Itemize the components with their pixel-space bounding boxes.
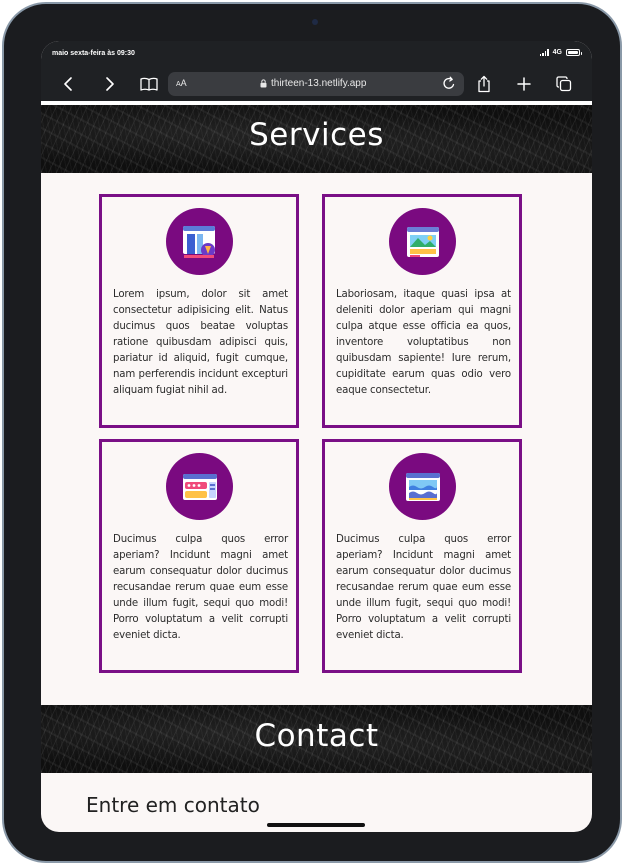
service-card: Ducimus culpa quos error aperiam? Incidu… [322, 439, 522, 673]
status-indicators: 4G [539, 49, 582, 56]
tabs-icon[interactable] [553, 73, 575, 95]
contact-heading: Entre em contato [86, 793, 260, 817]
signal-icon [539, 49, 549, 56]
lock-icon [260, 79, 267, 88]
service-card: Laboriosam, itaque quasi ipsa at delenit… [322, 194, 522, 428]
reload-icon[interactable] [442, 76, 456, 96]
design-tools-icon [166, 208, 233, 275]
new-tab-icon[interactable] [513, 73, 535, 95]
service-card-text: Laboriosam, itaque quasi ipsa at delenit… [336, 289, 511, 396]
tablet-frame: maio sexta-feira às 09:30 4G AA thirteen… [2, 2, 622, 863]
share-icon[interactable] [473, 73, 495, 95]
url-text: thirteen-13.netlify.app [271, 78, 367, 89]
back-icon[interactable] [58, 73, 80, 95]
status-time: maio sexta-feira às 09:30 [52, 50, 135, 57]
address-bar[interactable]: AA thirteen-13.netlify.app [168, 72, 464, 96]
contact-title: Contact [254, 718, 379, 754]
service-card-text: Lorem ipsum, dolor sit amet consectetur … [113, 289, 288, 396]
forward-icon[interactable] [98, 73, 120, 95]
home-indicator[interactable] [267, 823, 365, 827]
service-card-text: Ducimus culpa quos error aperiam? Incidu… [336, 534, 511, 641]
service-card: Lorem ipsum, dolor sit amet consectetur … [99, 194, 299, 428]
status-bar: maio sexta-feira às 09:30 4G [41, 41, 592, 67]
browser-toolbar: AA thirteen-13.netlify.app [41, 67, 592, 101]
landscape-image-icon [389, 208, 456, 275]
front-camera [312, 19, 318, 25]
screen: maio sexta-feira às 09:30 4G AA thirteen… [41, 41, 592, 832]
battery-icon [566, 49, 582, 56]
text-size-button[interactable]: AA [176, 78, 187, 88]
browser-waves-icon [389, 453, 456, 520]
service-card-text: Ducimus culpa quos error aperiam? Incidu… [113, 534, 288, 641]
contact-banner: Contact [41, 705, 592, 773]
url-display: thirteen-13.netlify.app [260, 78, 366, 89]
service-card: Ducimus culpa quos error aperiam? Incidu… [99, 439, 299, 673]
web-form-icon [166, 453, 233, 520]
network-label: 4G [552, 49, 562, 56]
services-title: Services [249, 117, 384, 153]
bookmarks-icon[interactable] [138, 73, 160, 95]
services-banner: Services [41, 105, 592, 173]
